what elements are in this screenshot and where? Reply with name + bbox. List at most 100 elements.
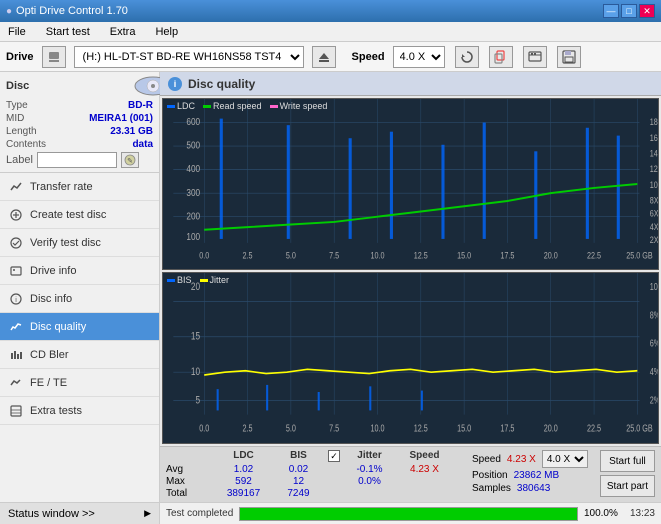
stats-avg-ldc: 1.02 <box>216 464 271 475</box>
legend-bis: BIS <box>167 275 192 285</box>
svg-text:12.5: 12.5 <box>414 251 428 261</box>
disc-label-edit-button[interactable]: ✎ <box>121 152 139 168</box>
eject-button[interactable] <box>312 46 336 68</box>
svg-text:12.5: 12.5 <box>414 423 428 434</box>
nav-transfer-rate[interactable]: Transfer rate <box>0 173 159 201</box>
fe-te-icon <box>8 375 24 391</box>
svg-text:7.5: 7.5 <box>329 423 339 434</box>
nav-disc-info[interactable]: i Disc info <box>0 285 159 313</box>
nav-extra-tests[interactable]: Extra tests <box>0 397 159 425</box>
drive-bar: Drive (H:) HL-DT-ST BD-RE WH16NS58 TST4 … <box>0 42 661 72</box>
status-window-button[interactable]: Status window >> ▶ <box>0 502 159 524</box>
svg-text:14X: 14X <box>650 149 658 159</box>
chart-bis: BIS Jitter <box>162 272 659 444</box>
minimize-button[interactable]: — <box>603 4 619 18</box>
svg-text:5.0: 5.0 <box>286 251 296 261</box>
drive-label: Drive <box>6 51 34 63</box>
nav-create-test-disc[interactable]: Create test disc <box>0 201 159 229</box>
disc-label-input[interactable] <box>37 152 117 168</box>
svg-text:22.5: 22.5 <box>587 423 601 434</box>
speed-select[interactable]: 4.0 X <box>393 46 445 68</box>
svg-text:10%: 10% <box>650 281 658 292</box>
samples-row: Samples 380643 <box>472 483 588 494</box>
svg-text:18X: 18X <box>650 117 658 127</box>
svg-text:i: i <box>15 297 17 304</box>
svg-text:25.0 GB: 25.0 GB <box>626 251 653 261</box>
maximize-button[interactable]: □ <box>621 4 637 18</box>
svg-text:2X: 2X <box>650 235 658 245</box>
main-layout: Disc Type BD-R MID MEIRA1 (001) Length <box>0 72 661 524</box>
position-row: Position 23862 MB <box>472 470 588 481</box>
stats-max-row: Max 592 12 0.0% <box>166 476 452 487</box>
disc-type-val: BD-R <box>128 100 153 111</box>
stats-max-ldc: 592 <box>216 476 271 487</box>
start-part-button[interactable]: Start part <box>600 475 655 497</box>
svg-text:0.0: 0.0 <box>199 251 209 261</box>
svg-text:✎: ✎ <box>127 158 133 165</box>
svg-text:10.0: 10.0 <box>370 251 384 261</box>
nav-verify-test-disc[interactable]: Verify test disc <box>0 229 159 257</box>
position-label: Position <box>472 470 508 481</box>
col-header-jitter: Jitter <box>342 450 397 462</box>
legend-read-speed: Read speed <box>203 101 262 111</box>
jitter-checkbox[interactable]: ✓ <box>328 450 340 462</box>
nav-fe-te[interactable]: FE / TE <box>0 369 159 397</box>
svg-text:7.5: 7.5 <box>329 251 339 261</box>
drive-info-icon <box>8 263 24 279</box>
disc-contents-val: data <box>132 139 153 150</box>
extra-tests-icon <box>8 403 24 419</box>
disc-quality-header-icon: i <box>168 77 182 91</box>
svg-text:10: 10 <box>191 366 201 379</box>
close-button[interactable]: ✕ <box>639 4 655 18</box>
save-button[interactable] <box>557 46 581 68</box>
cd-bler-icon <box>8 347 24 363</box>
svg-text:16X: 16X <box>650 133 658 143</box>
svg-text:2.5: 2.5 <box>243 423 253 434</box>
copy-button[interactable] <box>489 46 513 68</box>
transfer-rate-icon <box>8 179 24 195</box>
chart-ldc: LDC Read speed Write speed <box>162 98 659 270</box>
speed-row-select[interactable]: 4.0 X <box>542 450 588 468</box>
svg-text:200: 200 <box>186 209 200 221</box>
nav-drive-info[interactable]: Drive info <box>0 257 159 285</box>
disc-length-row: Length 23.31 GB <box>6 126 153 137</box>
svg-text:10.0: 10.0 <box>370 423 384 434</box>
start-full-button[interactable]: Start full <box>600 450 655 472</box>
svg-text:15: 15 <box>191 330 201 343</box>
menu-start-test[interactable]: Start test <box>42 24 94 40</box>
verify-test-disc-icon <box>8 235 24 251</box>
chart1-svg: 600 500 400 300 200 100 <box>163 99 658 269</box>
svg-text:5: 5 <box>196 394 201 407</box>
svg-text:0.0: 0.0 <box>199 423 209 434</box>
drive-select[interactable]: (H:) HL-DT-ST BD-RE WH16NS58 TST4 <box>74 46 304 68</box>
svg-text:15.0: 15.0 <box>457 423 471 434</box>
chart1-legend: LDC Read speed Write speed <box>167 101 327 111</box>
chart2-legend: BIS Jitter <box>167 275 229 285</box>
disc-mid-val: MEIRA1 (001) <box>89 113 153 124</box>
svg-text:500: 500 <box>186 139 200 151</box>
stats-max-jitter: 0.0% <box>342 476 397 487</box>
svg-text:2%: 2% <box>650 394 658 405</box>
settings-button[interactable] <box>523 46 547 68</box>
svg-text:5.0: 5.0 <box>286 423 296 434</box>
svg-text:100: 100 <box>186 230 200 242</box>
nav-cd-bler[interactable]: CD Bler <box>0 341 159 369</box>
stats-top-row: LDC BIS ✓ Jitter Speed Avg 1.02 0.02 -0.… <box>166 450 655 499</box>
svg-text:6X: 6X <box>650 209 658 219</box>
disc-type-row: Type BD-R <box>6 100 153 111</box>
svg-text:17.5: 17.5 <box>500 251 514 261</box>
menu-file[interactable]: File <box>4 24 30 40</box>
disc-section-label: Disc <box>6 80 29 92</box>
menu-extra[interactable]: Extra <box>106 24 140 40</box>
drive-icon <box>42 46 66 68</box>
progress-bar <box>239 507 578 521</box>
disc-quality-icon <box>8 319 24 335</box>
nav-disc-quality[interactable]: Disc quality <box>0 313 159 341</box>
svg-text:10X: 10X <box>650 180 658 190</box>
position-val: 23862 MB <box>514 470 560 481</box>
disc-panel: Disc Type BD-R MID MEIRA1 (001) Length <box>0 72 159 173</box>
menu-help[interactable]: Help <box>151 24 182 40</box>
refresh-button[interactable] <box>455 46 479 68</box>
svg-text:4X: 4X <box>650 222 658 232</box>
svg-text:17.5: 17.5 <box>500 423 514 434</box>
